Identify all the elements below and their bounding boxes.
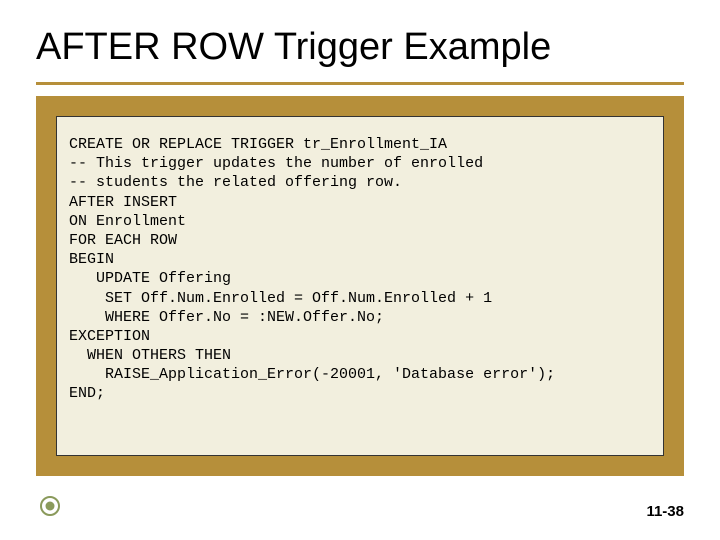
code-block: CREATE OR REPLACE TRIGGER tr_Enrollment_… <box>69 135 651 404</box>
bullet-icon <box>40 496 60 516</box>
slide-number: 11-38 <box>646 503 684 520</box>
code-panel: CREATE OR REPLACE TRIGGER tr_Enrollment_… <box>56 116 664 456</box>
content-frame: CREATE OR REPLACE TRIGGER tr_Enrollment_… <box>36 96 684 476</box>
title-underline <box>36 82 684 85</box>
slide-title: AFTER ROW Trigger Example <box>36 26 551 69</box>
slide: AFTER ROW Trigger Example CREATE OR REPL… <box>0 0 720 540</box>
